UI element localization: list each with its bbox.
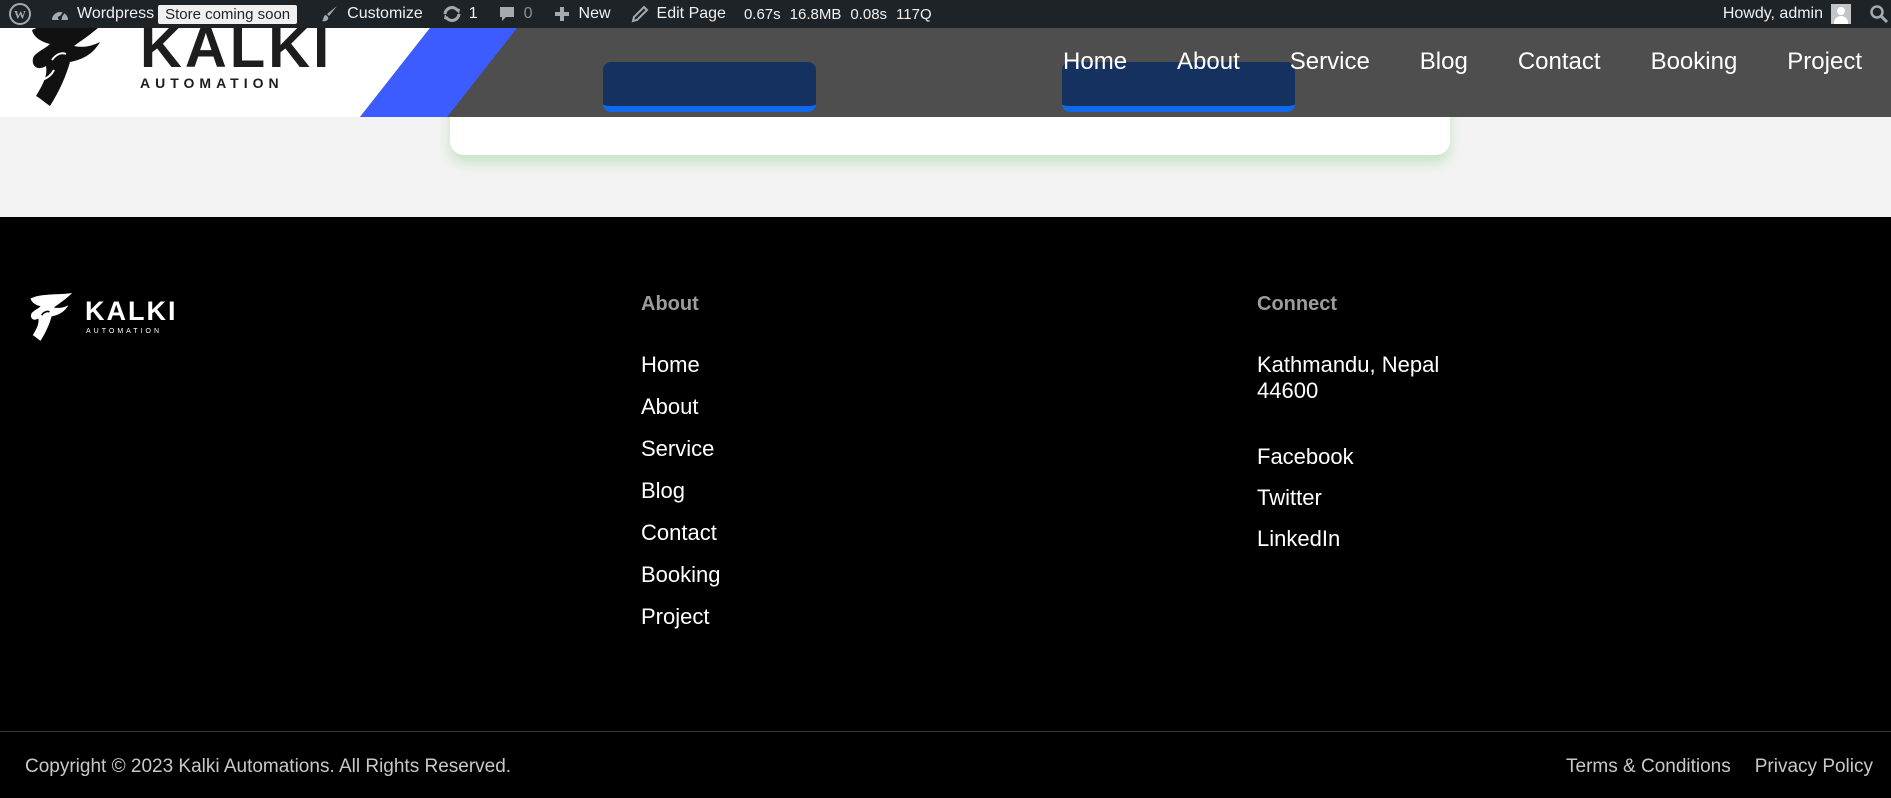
dashboard-icon [49, 3, 71, 25]
privacy-link[interactable]: Privacy Policy [1755, 756, 1873, 778]
footer-link-home[interactable]: Home [641, 352, 700, 377]
footer-link-service[interactable]: Service [641, 436, 714, 461]
site-footer: KALKI AUTOMATION About Home About Servic… [0, 217, 1891, 798]
search-button[interactable] [1860, 0, 1891, 28]
perf-page-time: 0.67s [743, 5, 781, 23]
plus-icon [551, 3, 573, 25]
perf-queries: 117Q [896, 5, 932, 23]
horse-logo-icon [30, 293, 73, 341]
footer-link-twitter[interactable]: Twitter [1257, 485, 1322, 510]
comments-button[interactable]: 0 [487, 0, 542, 28]
underlying-button [603, 62, 816, 112]
wordpress-logo-button[interactable]: W [0, 0, 40, 28]
nav-about[interactable]: About [1177, 48, 1240, 76]
new-label: New [578, 5, 611, 22]
updates-button[interactable]: 1 [432, 0, 487, 28]
nav-booking[interactable]: Booking [1651, 48, 1738, 76]
legal-links: Terms & Conditions Privacy Policy [1542, 756, 1873, 778]
perf-memory: 16.8MB [789, 5, 842, 23]
store-status-badge: Store coming soon [158, 4, 298, 24]
customize-button[interactable]: Customize [310, 0, 432, 28]
footer-address: Kathmandu, Nepal 44600 [1257, 352, 1477, 404]
svg-text:W: W [14, 8, 26, 22]
footer-logo-link[interactable]: KALKI AUTOMATION [25, 292, 176, 347]
address-line: Kathmandu, Nepal [1257, 352, 1440, 377]
footer-link-about[interactable]: About [641, 394, 699, 419]
main-navigation: Home About Service Blog Contact Booking … [1063, 28, 1891, 95]
footer-bottom-bar: Copyright © 2023 Kalki Automations. All … [0, 731, 1891, 798]
account-menu[interactable]: Howdy, admin [1714, 0, 1860, 28]
search-icon [1870, 5, 1889, 24]
comments-count: 0 [523, 5, 533, 22]
site-header: KALKI AUTOMATION Home About Service Blog… [0, 28, 1891, 117]
footer-link-facebook[interactable]: Facebook [1257, 444, 1354, 469]
logo-wordmark: KALKI [140, 28, 333, 80]
edit-page-label: Edit Page [656, 5, 726, 22]
howdy-greeting: Howdy, admin [1722, 5, 1823, 22]
avatar [1831, 4, 1851, 24]
horse-logo-icon [32, 28, 100, 106]
perf-db-time: 0.08s [850, 5, 888, 23]
site-name-menu[interactable]: Wordpress Store coming soon [40, 0, 310, 28]
nav-contact[interactable]: Contact [1518, 48, 1601, 76]
footer-connect-column: Connect Kathmandu, Nepal 44600 Facebook … [1257, 293, 1477, 567]
nav-service[interactable]: Service [1290, 48, 1370, 76]
nav-project[interactable]: Project [1787, 48, 1862, 76]
new-content-button[interactable]: New [542, 0, 620, 28]
footer-logo-tagline: AUTOMATION [86, 328, 163, 335]
postal-code: 44600 [1257, 378, 1319, 403]
logo-tagline: AUTOMATION [140, 75, 284, 91]
footer-about-heading: About [641, 293, 699, 315]
footer-about-column: About Home About Service Blog Contact Bo… [641, 293, 721, 646]
footer-logo-wordmark: KALKI [85, 296, 178, 326]
footer-link-linkedin[interactable]: LinkedIn [1257, 526, 1340, 551]
footer-link-blog[interactable]: Blog [641, 478, 685, 503]
nav-home[interactable]: Home [1063, 48, 1127, 76]
site-name: Wordpress [77, 5, 155, 22]
wordpress-icon: W [9, 3, 31, 25]
copyright-text: Copyright © 2023 Kalki Automations. All … [25, 756, 512, 777]
wp-admin-bar: W Wordpress Store coming soon Customize … [0, 0, 1891, 28]
pencil-icon [629, 3, 651, 25]
footer-link-contact[interactable]: Contact [641, 520, 717, 545]
terms-link[interactable]: Terms & Conditions [1566, 756, 1731, 778]
paintbrush-icon [319, 3, 341, 25]
footer-connect-heading: Connect [1257, 293, 1337, 315]
updates-icon [441, 3, 463, 25]
query-monitor-stats[interactable]: 0.67s 16.8MB 0.08s 117Q [735, 0, 950, 28]
updates-count: 1 [468, 5, 478, 22]
footer-link-project[interactable]: Project [641, 604, 709, 629]
nav-blog[interactable]: Blog [1420, 48, 1468, 76]
comment-icon [496, 3, 518, 25]
footer-link-booking[interactable]: Booking [641, 562, 721, 587]
edit-page-button[interactable]: Edit Page [620, 0, 735, 28]
customize-label: Customize [347, 5, 423, 22]
